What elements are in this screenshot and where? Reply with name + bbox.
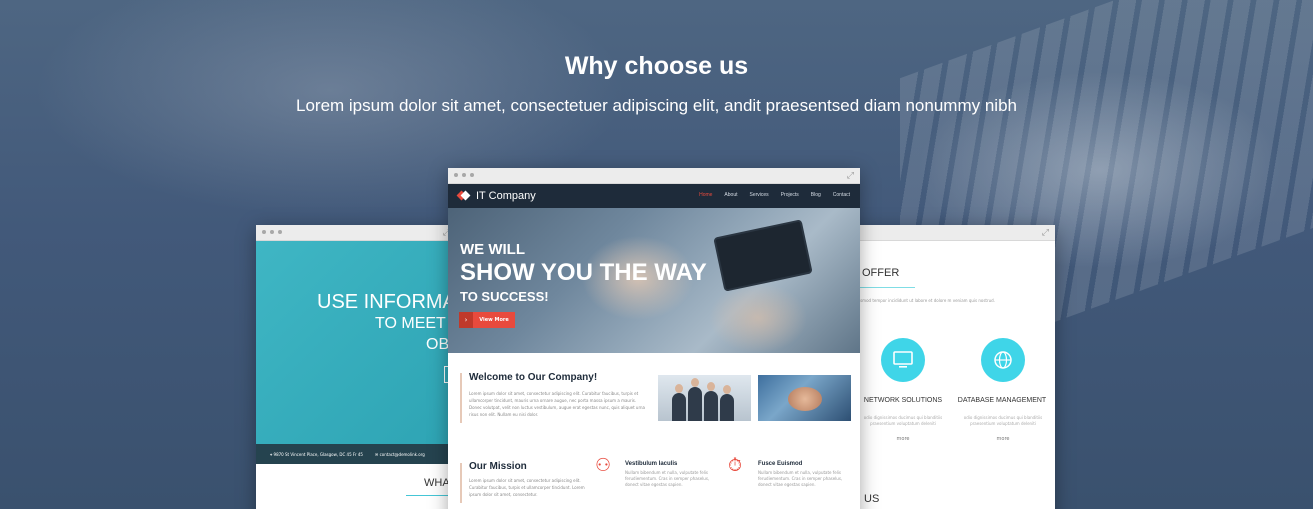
more-link[interactable]: more xyxy=(883,436,923,442)
accent-bar xyxy=(460,373,462,423)
view-more-button[interactable]: › View More xyxy=(459,312,515,328)
mission-text: Lorem ipsum dolor sit amet, consectetur … xyxy=(469,478,585,497)
expand-icon: ⤢ xyxy=(846,171,854,181)
chevron-right-icon: › xyxy=(459,312,473,328)
team-photo xyxy=(658,375,751,421)
feature-title-2: Fusce Euismod xyxy=(758,461,803,467)
nav-item-home[interactable]: Home xyxy=(699,192,712,198)
welcome-title: Welcome to Our Company! xyxy=(469,372,598,383)
welcome-section: Welcome to Our Company! Lorem ipsum dolo… xyxy=(448,353,860,503)
stopwatch-icon: ⏱ xyxy=(728,455,743,476)
service-text: odio dignissimos ducimus qui blanditiis … xyxy=(863,415,943,426)
globe-icon[interactable] xyxy=(981,338,1025,382)
accent-bar xyxy=(460,463,462,503)
feature-text-1: Nullam bibendum et nulla, vulputate feli… xyxy=(625,470,710,487)
hero-line-1: USE INFORMAT xyxy=(317,291,456,313)
browser-chrome: ⤢ xyxy=(448,168,860,184)
feature-title-1: Vestibulum Iaculis xyxy=(625,461,678,467)
nav-menu: Home About Services Projects Blog Contac… xyxy=(699,192,850,198)
hero-line-3: TO SUCCESS! xyxy=(460,289,549,304)
brand-logo[interactable]: IT Company xyxy=(456,190,536,202)
section-subtitle: Lorem ipsum dolor sit amet, consectetuer… xyxy=(296,96,1017,115)
hands-photo xyxy=(758,375,851,421)
service-title-network: NETWORK SOLUTIONS xyxy=(863,397,943,404)
hero-line-2: TO MEET xyxy=(375,315,446,332)
feature-text-2: Nullam bibendum et nulla, vulputate feli… xyxy=(758,470,843,487)
hero-line-2: SHOW YOU THE WAY xyxy=(460,259,707,286)
offer-text: d m eiusmod tempor incididunt ut labore … xyxy=(845,298,995,303)
template-preview-left[interactable]: ⤢ USE INFORMAT TO MEET OB ⌖ 9870 St Vinc… xyxy=(256,225,456,509)
navbar: IT Company Home About Services Projects … xyxy=(448,184,860,208)
service-text: odio dignissimos ducimus qui blanditiis … xyxy=(963,415,1043,426)
hero-line-1: WE WILL xyxy=(460,241,525,258)
people-icon: ⚇ xyxy=(595,455,612,476)
logo-icon xyxy=(456,190,471,202)
expand-icon: ⤢ xyxy=(1041,228,1049,238)
contact-bar: ⌖ 9870 St Vincent Place, Glasgow, DC 45 … xyxy=(256,444,456,464)
mail-icon: ✉ contact@demolink.org xyxy=(374,451,425,457)
section-heading: US xyxy=(864,493,880,505)
template-preview-right[interactable]: ⤢ OFFER d m eiusmod tempor incididunt ut… xyxy=(845,225,1055,509)
hero-banner: USE INFORMAT TO MEET OB xyxy=(256,241,456,444)
monitor-icon[interactable] xyxy=(881,338,925,382)
service-title-database: DATABASE MANAGEMENT xyxy=(957,397,1047,404)
contact-email[interactable]: contact@demolink.org xyxy=(380,452,425,457)
offer-heading: OFFER xyxy=(862,267,900,279)
location-icon: ⌖ 9870 St Vincent Place, Glasgow, DC 45 … xyxy=(270,451,363,457)
nav-item-about[interactable]: About xyxy=(724,192,737,198)
nav-item-projects[interactable]: Projects xyxy=(781,192,799,198)
tablet-graphic xyxy=(713,219,813,292)
hero-line-3: OB xyxy=(426,336,450,353)
window-dots-icon xyxy=(454,173,474,177)
template-preview-center[interactable]: ⤢ IT Company Home About Services Project… xyxy=(448,168,860,509)
mission-title: Our Mission xyxy=(469,461,527,472)
more-link[interactable]: more xyxy=(983,436,1023,442)
hero-image: WE WILL SHOW YOU THE WAY TO SUCCESS! › V… xyxy=(448,208,860,353)
browser-chrome: ⤢ xyxy=(845,225,1055,241)
contact-address: 9870 St Vincent Place, Glasgow, DC 45 Fr… xyxy=(273,451,363,457)
nav-item-contact[interactable]: Contact xyxy=(833,192,850,198)
browser-chrome: ⤢ xyxy=(256,225,456,241)
brand-name: IT Company xyxy=(476,190,536,202)
welcome-text: Lorem ipsum dolor sit amet, consectetur … xyxy=(469,391,646,417)
view-more-label: View More xyxy=(473,312,515,328)
section-title: Why choose us xyxy=(564,52,749,80)
nav-item-blog[interactable]: Blog xyxy=(811,192,821,198)
nav-item-services[interactable]: Services xyxy=(750,192,769,198)
window-dots-icon xyxy=(262,230,282,234)
